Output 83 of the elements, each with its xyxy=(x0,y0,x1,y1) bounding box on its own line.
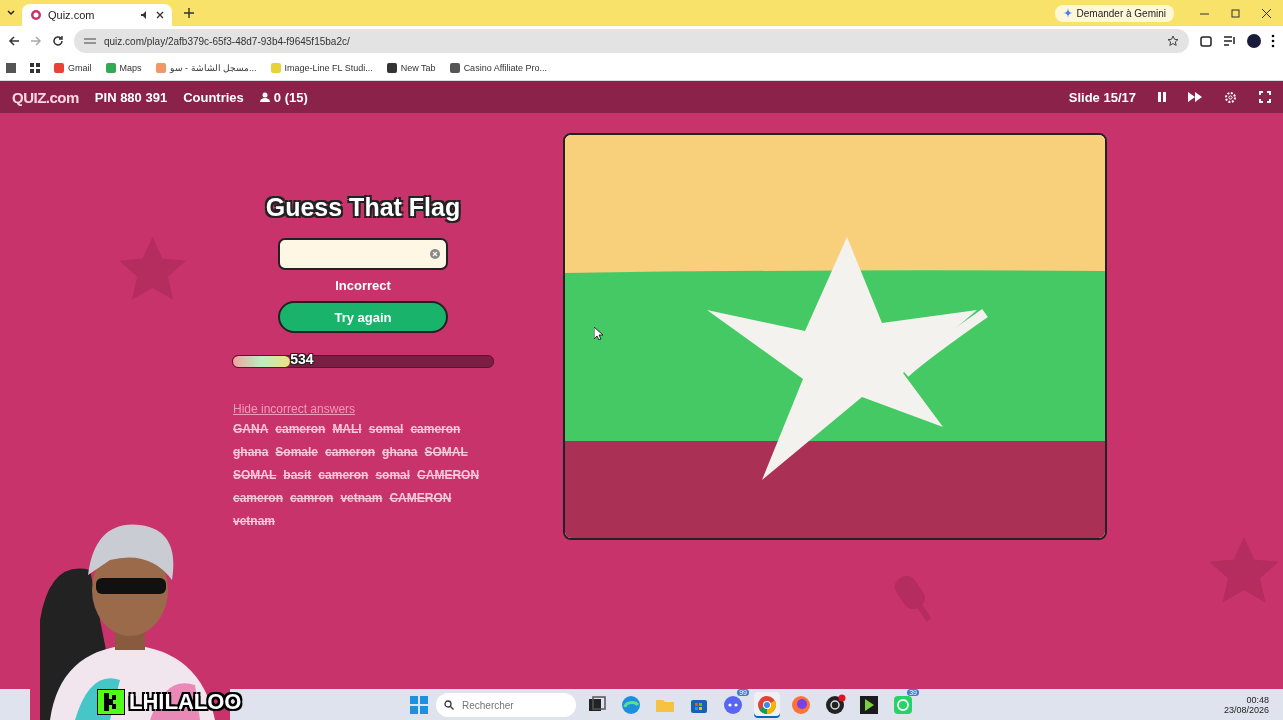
media-icon[interactable] xyxy=(1223,34,1237,48)
wrong-answer: vetnam xyxy=(233,514,276,528)
search-field[interactable]: Rechercher xyxy=(460,698,554,712)
more-icon[interactable] xyxy=(1271,34,1275,48)
bookmark-icon xyxy=(105,63,116,73)
slide-counter: Slide 15/17 xyxy=(1068,89,1136,105)
app-icon xyxy=(756,694,778,716)
address-bar[interactable]: quiz.com/play/2afb379c-65f3-48d7-93b4-f9645f15ba2c/ xyxy=(74,29,1189,53)
wrong-answer: Somale xyxy=(275,445,319,459)
extensions-icon[interactable] xyxy=(1199,34,1213,48)
app-icon xyxy=(858,694,880,716)
search-bar[interactable]: Rechercher xyxy=(436,693,576,717)
wrong-answer: cameron xyxy=(318,468,369,482)
star-icon[interactable] xyxy=(1167,35,1179,47)
fullscreen-icon[interactable] xyxy=(1259,91,1271,103)
reload-icon[interactable] xyxy=(52,35,64,47)
clear-icon[interactable] xyxy=(430,249,440,259)
wrong-answer: vetnam xyxy=(340,491,383,505)
bookmark-icon xyxy=(386,63,397,73)
wrong-answer: camron xyxy=(290,491,334,505)
kick-logo-icon xyxy=(97,689,125,715)
bookmark-icon xyxy=(449,63,460,73)
wrong-answer: ghana xyxy=(233,445,269,459)
wrong-answer: cameron xyxy=(410,422,461,436)
close-icon[interactable] xyxy=(156,11,164,19)
close-icon[interactable] xyxy=(1262,8,1271,18)
tab-title: Quiz.com xyxy=(48,9,96,21)
answer-field[interactable] xyxy=(278,238,448,270)
tab-list-icon[interactable] xyxy=(6,8,16,18)
wrong-answer: CAMERON xyxy=(417,468,480,482)
pause-icon[interactable] xyxy=(1158,92,1166,102)
bookmark[interactable]: Image-Line FL Studi... xyxy=(270,63,373,73)
profile-avatar-icon[interactable] xyxy=(1247,34,1261,48)
score-value: 534 xyxy=(290,351,314,367)
wrong-answer: cameron xyxy=(325,445,376,459)
app-icon xyxy=(892,694,914,716)
wrong-answer: cameron xyxy=(275,422,326,436)
bookmark[interactable]: مسجل الشاشة - سو... xyxy=(155,63,257,73)
grid-icon[interactable] xyxy=(30,63,40,73)
quiz-category: Countries xyxy=(183,89,244,105)
chrome-app-button[interactable] xyxy=(754,692,780,718)
wrong-answer: cameron xyxy=(233,491,284,505)
bookmark[interactable]: Gmail xyxy=(54,63,92,73)
wrong-answer: somal xyxy=(368,422,404,436)
clock-date: 23/08/2026 xyxy=(1223,705,1269,715)
person-icon xyxy=(259,92,270,102)
feedback-text: Incorrect xyxy=(335,278,391,293)
bookmark-icon xyxy=(54,63,64,73)
streamer-name: LHILALOO xyxy=(129,689,242,715)
app-icon xyxy=(620,694,642,716)
bookmark[interactable]: New Tab xyxy=(386,63,436,73)
gemini-button[interactable]: Demander à Gemini xyxy=(1054,4,1174,22)
bookmark[interactable]: Casino Affiliate Pro... xyxy=(449,63,547,73)
fast-forward-icon[interactable] xyxy=(1188,92,1202,102)
bookmark-icon xyxy=(270,63,281,73)
back-icon[interactable] xyxy=(8,35,20,47)
wrong-answer: SOMAL xyxy=(233,468,277,482)
cursor-icon xyxy=(594,327,603,340)
windows-icon[interactable] xyxy=(410,696,428,714)
wrong-answer: somal xyxy=(375,468,411,482)
game-pin: PIN 880 391 xyxy=(94,89,168,105)
settings-icon[interactable] xyxy=(1224,90,1237,104)
wrong-answer: ghana xyxy=(382,445,418,459)
bookmark[interactable]: Maps xyxy=(105,63,142,73)
app-icon xyxy=(790,694,812,716)
wrong-answer: basit xyxy=(283,468,312,482)
quiz-logo-icon xyxy=(30,9,42,21)
quiz-logo[interactable]: QUIZ.com xyxy=(12,88,79,106)
wrong-answer: MALI xyxy=(332,422,362,436)
question-title: Guess That Flag xyxy=(265,193,461,222)
new-tab-icon[interactable] xyxy=(184,8,194,18)
search-icon xyxy=(444,700,454,710)
player-count: 0 (15) xyxy=(273,89,308,105)
app-icon xyxy=(722,694,744,716)
browser-tab[interactable]: Quiz.com xyxy=(22,4,172,26)
wrong-answer: SOMAL xyxy=(424,445,468,459)
wrong-answer: GANA xyxy=(233,422,269,436)
maximize-icon[interactable] xyxy=(1231,8,1240,18)
app-icon xyxy=(824,694,846,716)
clock-time: 00:48 xyxy=(1245,695,1269,705)
bookmark-icon xyxy=(155,63,166,73)
wrong-answer: CAMERON xyxy=(389,491,452,505)
sparkle-icon xyxy=(1062,8,1073,18)
